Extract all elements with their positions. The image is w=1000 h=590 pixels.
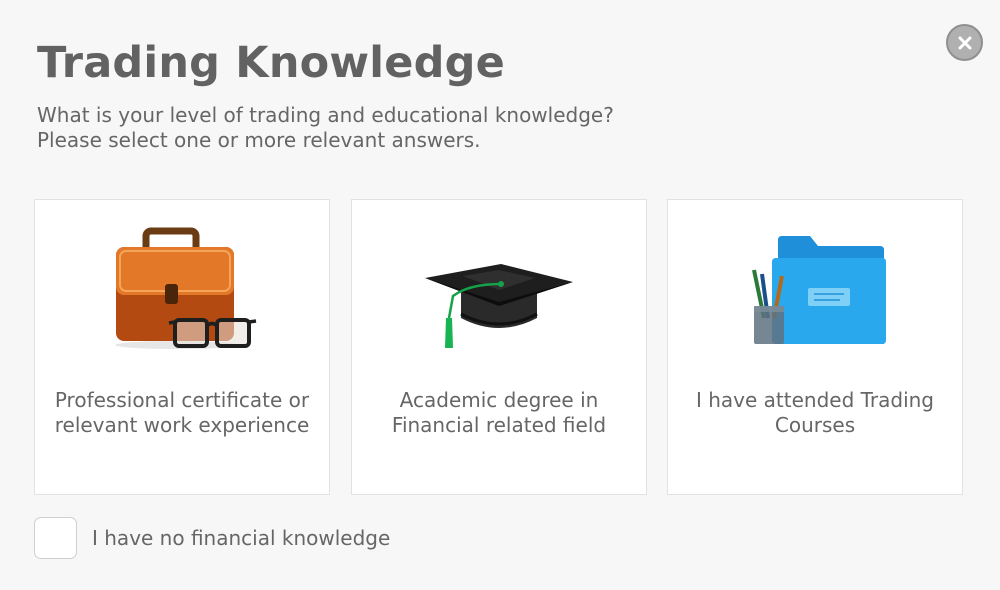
option-card-courses[interactable]: I have attended Trading Courses [667, 199, 963, 495]
option-label: I have attended Trading Courses [678, 388, 952, 438]
option-label-line-1: Professional certificate or [54, 388, 310, 412]
dialog-title: Trading Knowledge [37, 38, 505, 88]
close-button[interactable] [946, 24, 983, 61]
briefcase-glasses-icon [115, 227, 257, 349]
option-label-line-2: Financial related field [391, 413, 607, 437]
trading-knowledge-dialog: Trading Knowledge What is your level of … [0, 0, 1000, 590]
option-label: Professional certificate or relevant wor… [45, 388, 319, 438]
option-card-academic[interactable]: Academic degree in Financial related fie… [351, 199, 647, 495]
option-label-line-1: I have attended Trading [695, 388, 935, 412]
option-card-professional[interactable]: Professional certificate or relevant wor… [34, 199, 330, 495]
close-icon [958, 36, 971, 49]
subtitle-line-2: Please select one or more relevant answe… [37, 128, 481, 152]
no-knowledge-label: I have no financial knowledge [92, 526, 391, 550]
subtitle-line-1: What is your level of trading and educat… [37, 103, 614, 127]
option-label-line-2: Courses [774, 413, 856, 437]
dialog-subtitle: What is your level of trading and educat… [37, 103, 614, 153]
option-label-line-1: Academic degree in [399, 388, 599, 412]
option-label: Academic degree in Financial related fie… [362, 388, 636, 438]
graduation-cap-icon [425, 264, 573, 348]
no-knowledge-checkbox[interactable] [34, 517, 77, 559]
option-label-line-2: relevant work experience [54, 413, 310, 437]
folder-pens-icon [752, 236, 886, 344]
no-knowledge-option[interactable]: I have no financial knowledge [34, 517, 390, 559]
